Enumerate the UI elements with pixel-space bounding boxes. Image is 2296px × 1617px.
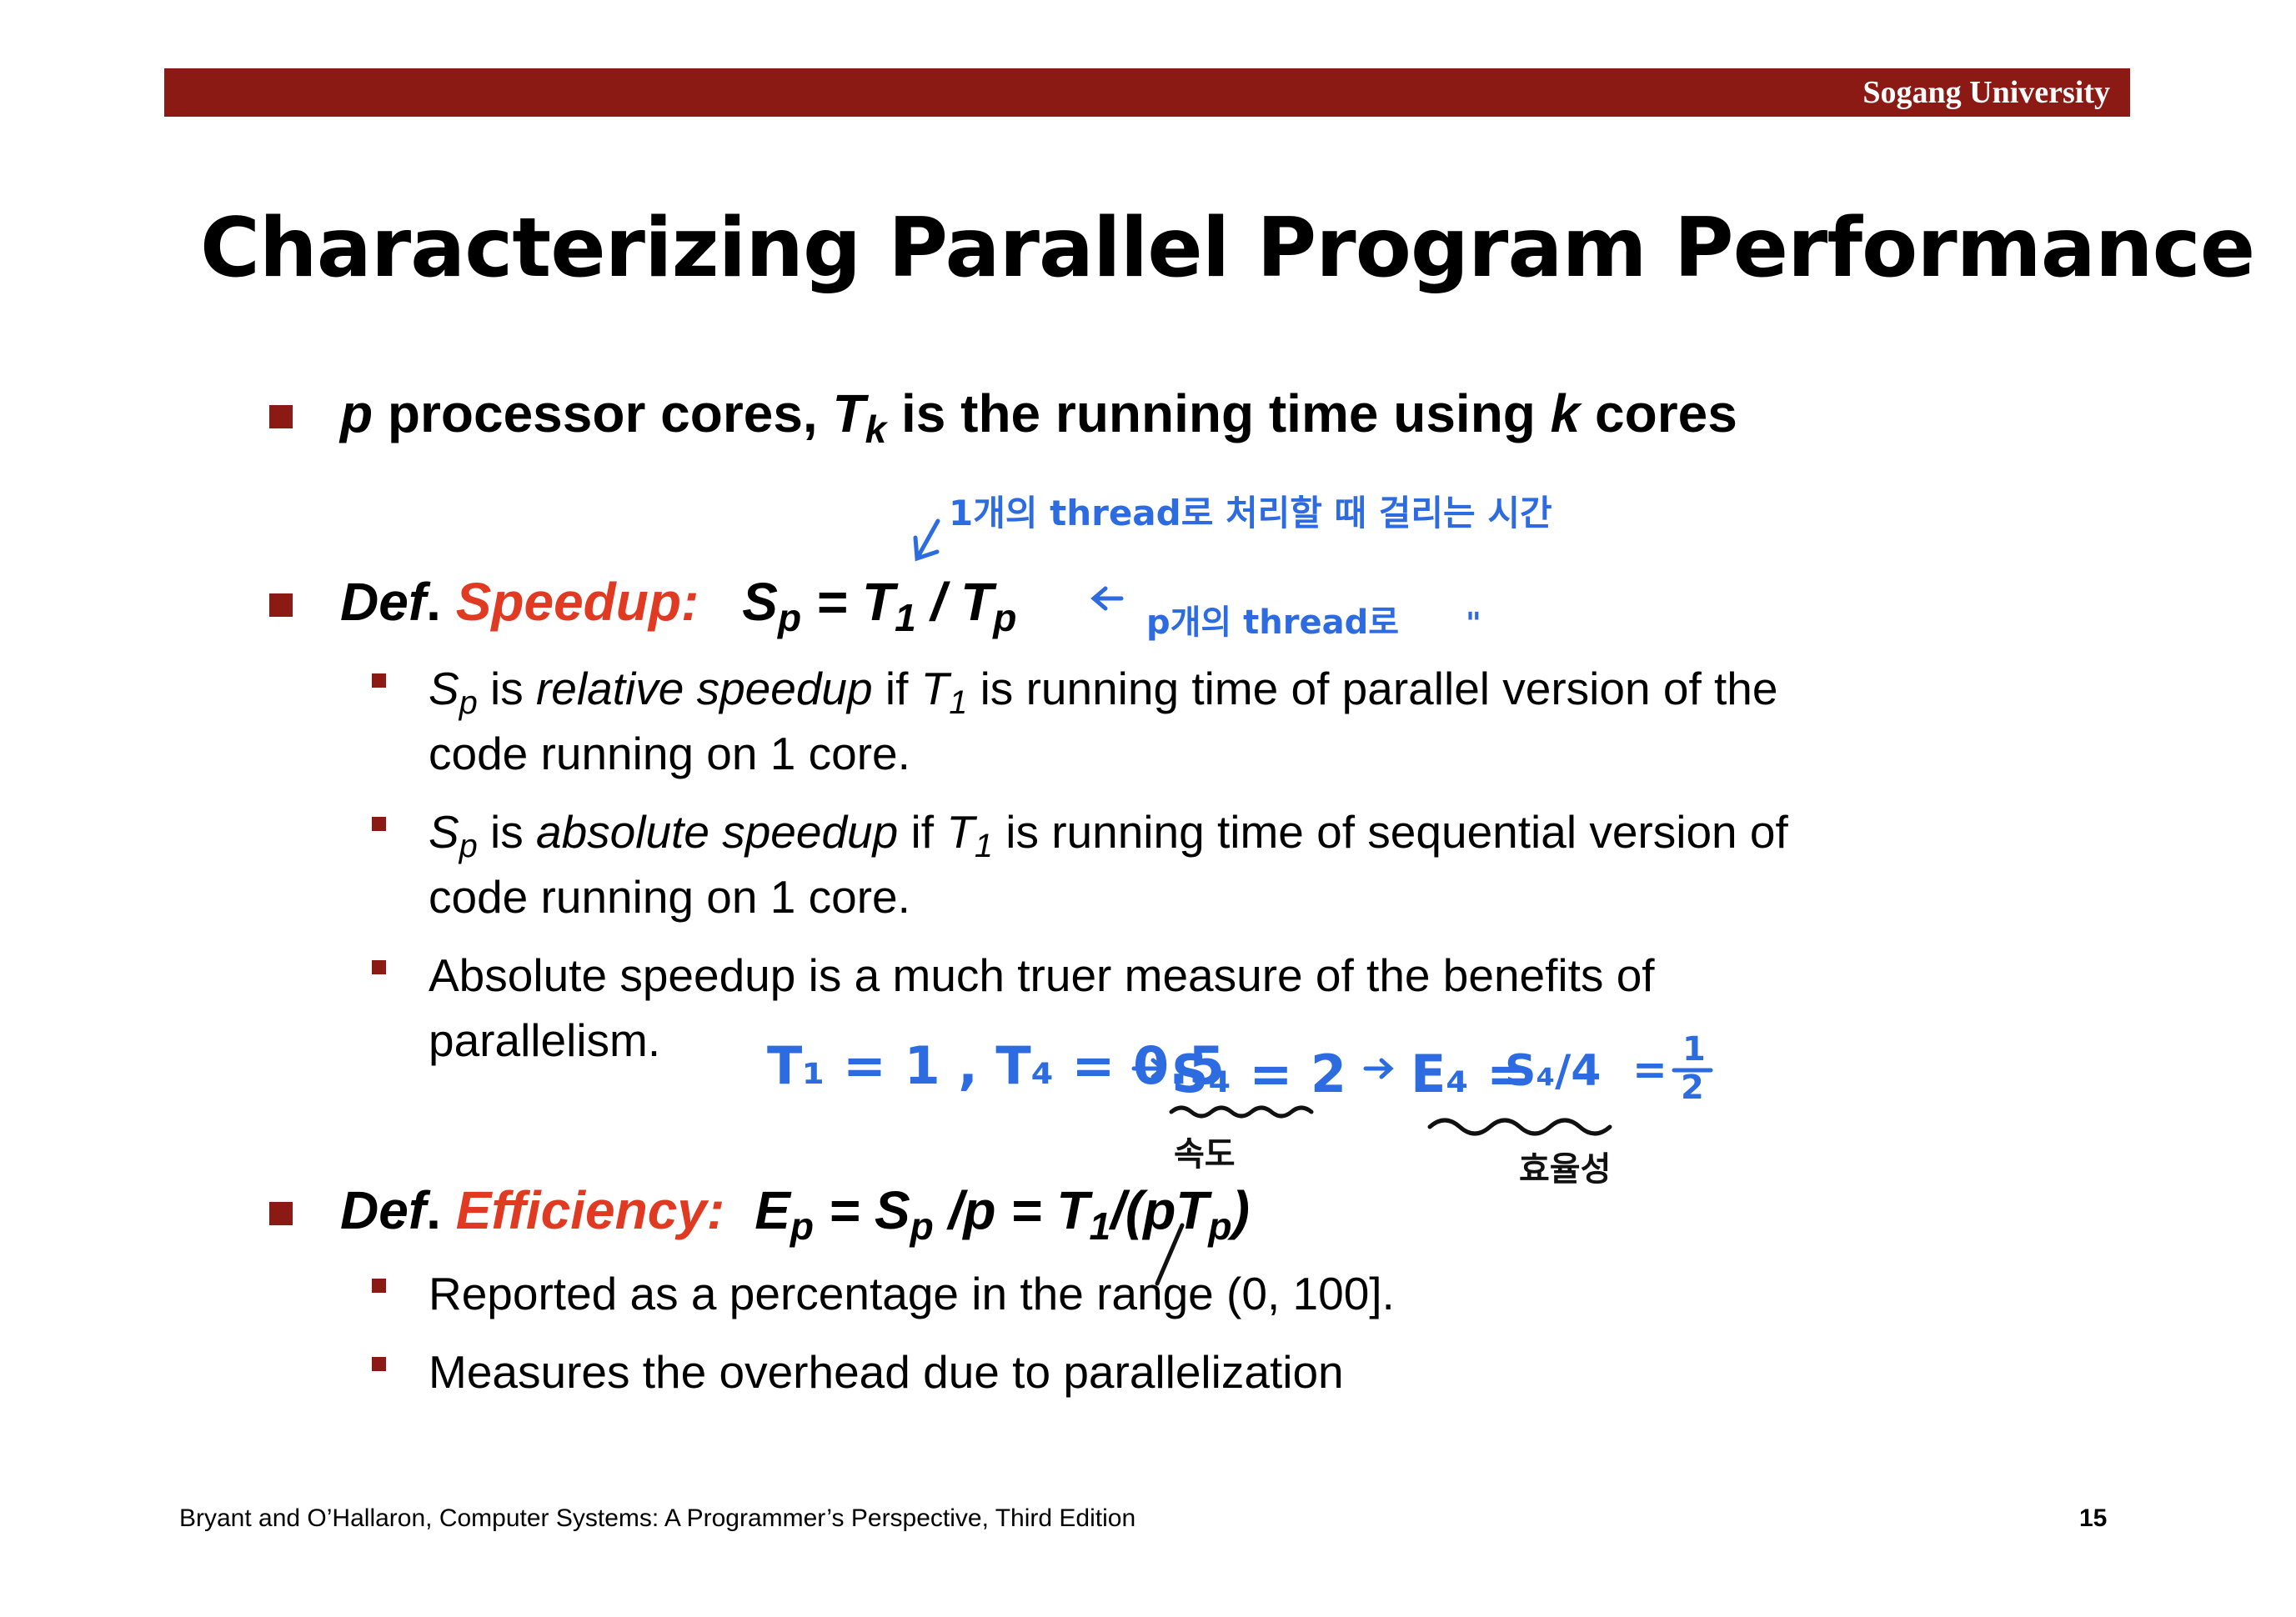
handwritten-example-times: T₁ = 1 , T₄ = 0.5 [767,1035,1225,1096]
sub-bullet-relative-speedup: Sp is relative speedup if T1 is running … [429,663,1778,722]
underline-squiggle [1427,1118,1612,1136]
bullet-efficiency-definition: Def. Efficiency: Ep = Sp /p = T1/(pTp) [340,1180,1250,1248]
handwritten-example-equals: = [1632,1045,1667,1094]
slide-title: Characterizing Parallel Program Performa… [200,201,2255,296]
handwritten-example-s4: S₄ = 2 [1171,1044,1346,1104]
term-speedup: Speedup: [455,572,699,632]
sub-bullet-marker [372,817,386,831]
footer-citation: Bryant and O’Hallaron, Computer Systems:… [179,1504,1136,1532]
sub-bullet-truer-measure: Absolute speedup is a much truer measure… [429,949,1655,1001]
handwritten-example-denominator: 2 [1681,1069,1704,1107]
sub-bullet-marker [372,1279,386,1293]
handwritten-example-numerator: 1 [1682,1030,1706,1069]
sub-bullet-marker [372,1357,386,1371]
bullet-marker [269,593,293,617]
speedup-formula: Sp = T1 / Tp [742,572,1017,639]
sub-bullet-overhead: Measures the overhead due to paralleliza… [429,1346,1344,1398]
sub-bullet-absolute-speedup-line2: code running on 1 core. [429,871,910,923]
annotation-arrow-icon [1090,586,1124,611]
handwritten-note-one-thread: 1개의 thread로 처리할 때 걸리는 시간 [949,493,1552,533]
handwritten-ditto: " [1466,607,1481,641]
sub-bullet-marker [372,673,386,688]
sub-bullet-absolute-speedup: Sp is absolute speedup if T1 is running … [429,806,1788,865]
handwritten-example-e4: E₄ = [1411,1044,1530,1104]
annotation-arrow-icon [1363,1058,1394,1079]
sub-bullet-marker [372,960,386,974]
bullet-processor-cores: p processor cores, Tk is the running tim… [340,383,1737,451]
page-number: 15 [2079,1504,2108,1532]
var-p: p [340,383,373,443]
header-bar: Sogang University [164,68,2130,117]
annotation-arrow-icon [913,518,940,562]
handwritten-example-fraction: S₄/4 [1505,1046,1601,1096]
efficiency-formula: Ep = Sp /p = T1/(pTp) [754,1180,1250,1248]
term-efficiency: Efficiency: [455,1180,725,1240]
handwritten-note-p-thread: p개의 thread로 [1146,603,1399,642]
sub-bullet-percentage: Reported as a percentage in the range (0… [429,1268,1395,1319]
sub-bullet-relative-speedup-line2: code running on 1 core. [429,728,910,779]
sub-bullet-truer-measure-line2: parallelism. [429,1014,661,1066]
bullet-speedup-definition: Def. Speedup: Sp = T1 / Tp [340,572,1017,639]
underline-squiggle [1169,1105,1314,1119]
annotation-arrow-icon [1131,1058,1166,1079]
handwritten-label-efficiency: 효율성 [1519,1150,1611,1189]
handwritten-label-speed: 속도 [1174,1135,1236,1174]
bullet-marker [269,405,293,428]
institution-name: Sogang University [1862,75,2110,110]
bullet-marker [269,1202,293,1225]
